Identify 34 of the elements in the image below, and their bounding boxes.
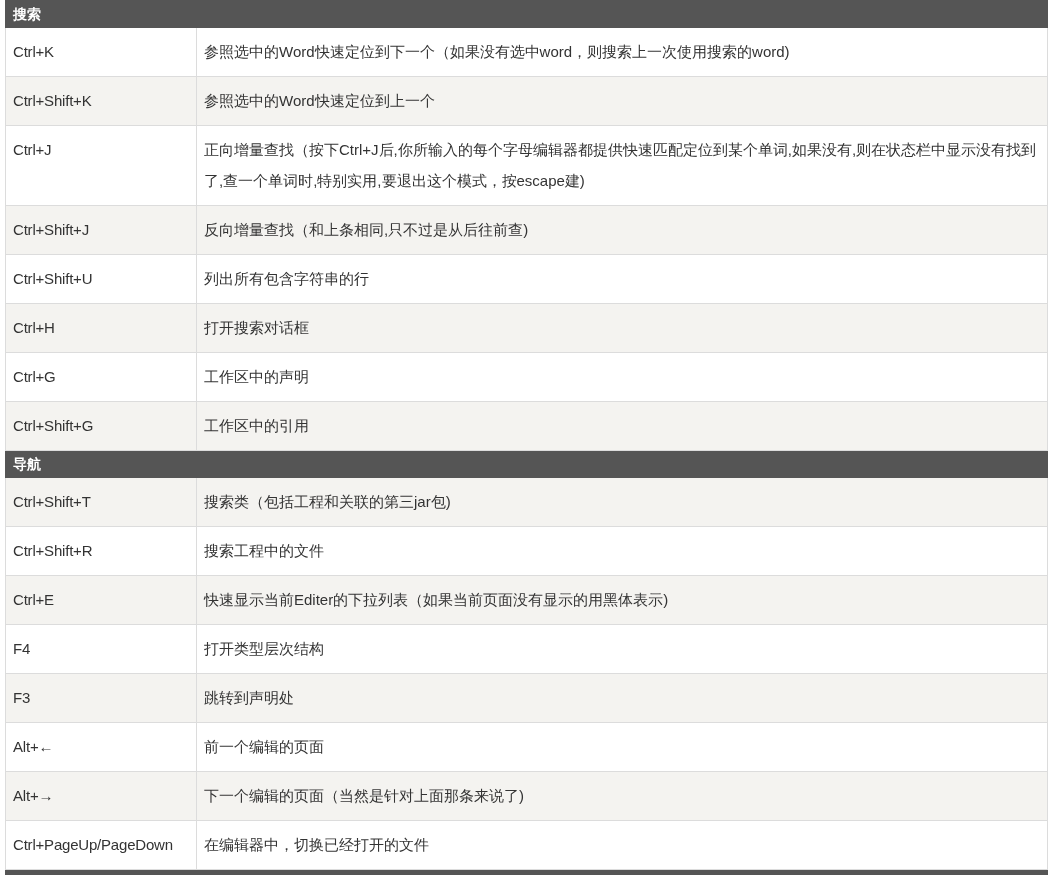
shortcut-cell: Ctrl+PageUp/PageDown bbox=[5, 820, 197, 870]
shortcut-cell: Alt+→ bbox=[5, 771, 197, 821]
description-cell: 反向增量查找（和上条相同,只不过是从后往前查) bbox=[196, 205, 1048, 255]
shortcut-cell: Ctrl+Shift+G bbox=[5, 401, 197, 451]
section-header: 搜索 bbox=[5, 0, 1048, 28]
description-cell: 快速显示当前Editer的下拉列表（如果当前页面没有显示的用黑体表示) bbox=[196, 575, 1048, 625]
shortcut-cell: Ctrl+Shift+U bbox=[5, 254, 197, 304]
description-cell: 正向增量查找（按下Ctrl+J后,你所输入的每个字母编辑器都提供快速匹配定位到某个单词,如果没有,则在状态栏中显示没有找到了,查一个单词时,特别实用,要退出这个模式，按escape建) bbox=[196, 125, 1048, 206]
description-cell: 前一个编辑的页面 bbox=[196, 722, 1048, 772]
description-cell: 参照选中的Word快速定位到上一个 bbox=[196, 76, 1048, 126]
shortcut-cell: Ctrl+H bbox=[5, 303, 197, 353]
description-cell: 下一个编辑的页面（当然是针对上面那条来说了) bbox=[196, 771, 1048, 821]
shortcut-cell: Ctrl+Shift+K bbox=[5, 76, 197, 126]
section-header: 导航 bbox=[5, 450, 1048, 478]
shortcut-cell: Alt+← bbox=[5, 722, 197, 772]
shortcut-cell: Ctrl+Shift+R bbox=[5, 526, 197, 576]
shortcut-cell: F4 bbox=[5, 624, 197, 674]
description-cell: 列出所有包含字符串的行 bbox=[196, 254, 1048, 304]
description-cell: 搜索类（包括工程和关联的第三jar包) bbox=[196, 477, 1048, 527]
description-cell: 打开搜索对话框 bbox=[196, 303, 1048, 353]
shortcut-cell: Ctrl+J bbox=[5, 125, 197, 206]
shortcut-cell: Ctrl+G bbox=[5, 352, 197, 402]
shortcut-cell: Ctrl+Shift+J bbox=[5, 205, 197, 255]
description-cell: 跳转到声明处 bbox=[196, 673, 1048, 723]
shortcut-cell: F3 bbox=[5, 673, 197, 723]
description-cell: 参照选中的Word快速定位到下一个（如果没有选中word，则搜索上一次使用搜索的word) bbox=[196, 27, 1048, 77]
shortcut-cell: Ctrl+Shift+T bbox=[5, 477, 197, 527]
description-cell: 在编辑器中，切换已经打开的文件 bbox=[196, 820, 1048, 870]
description-cell: 搜索工程中的文件 bbox=[196, 526, 1048, 576]
description-cell: 工作区中的引用 bbox=[196, 401, 1048, 451]
shortcut-cell: Ctrl+E bbox=[5, 575, 197, 625]
description-cell: 打开类型层次结构 bbox=[196, 624, 1048, 674]
description-cell: 工作区中的声明 bbox=[196, 352, 1048, 402]
shortcut-cell: Ctrl+K bbox=[5, 27, 197, 77]
